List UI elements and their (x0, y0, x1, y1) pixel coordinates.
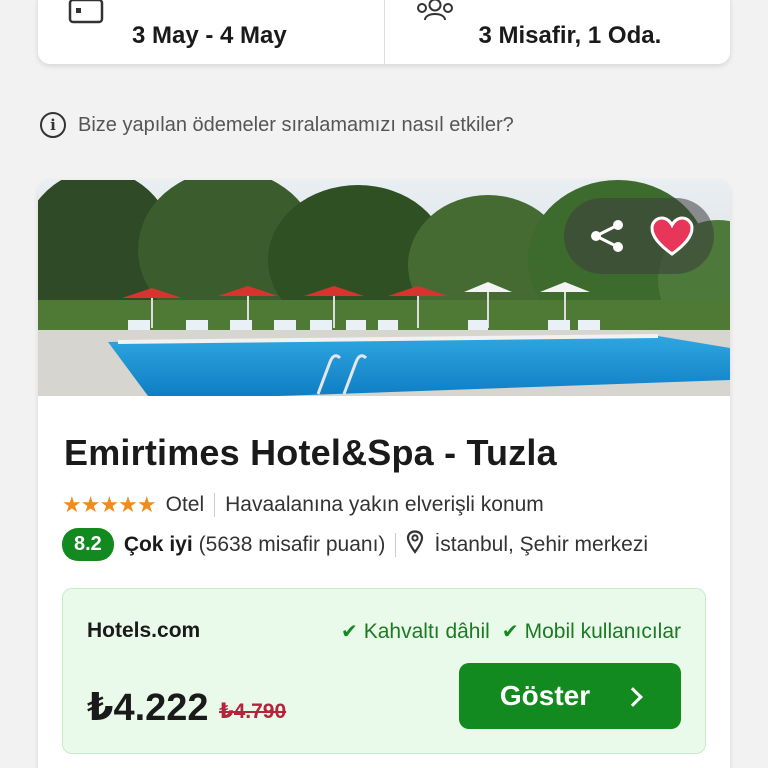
provider-name: Hotels.com (87, 619, 201, 642)
payment-ranking-info-link[interactable]: i Bize yapılan ödemeler sıralamamızı nas… (40, 112, 514, 138)
star-rating: ★★★★★ (62, 492, 157, 517)
photo-actions (564, 198, 714, 274)
feature-label: Mobil kullanıcılar (524, 619, 681, 643)
guests-field[interactable]: 3 Misafir, 1 Oda. (383, 0, 731, 64)
view-deal-button[interactable]: Göster (459, 663, 681, 729)
deal-features: ✔ Kahvaltı dâhil ✔ Mobil kullanıcılar (341, 619, 681, 644)
review-count: (5638 misafir puanı) (198, 532, 386, 556)
rating-row: 8.2 Çok iyi (5638 misafir puanı) İstanbu… (62, 528, 722, 561)
feature-breakfast: ✔ Kahvaltı dâhil (341, 619, 490, 644)
feature-label: Kahvaltı dâhil (363, 619, 490, 643)
current-price: ₺4.222 (87, 687, 209, 729)
chevron-right-icon (623, 687, 644, 707)
share-icon (588, 217, 626, 255)
payment-ranking-info-text: Bize yapılan ödemeler sıralamamızı nasıl… (78, 113, 514, 136)
search-summary-card[interactable]: 3 May - 4 May 3 Misafir, 1 Oda. (38, 0, 730, 64)
date-range-text: 3 May - 4 May (132, 22, 287, 49)
info-icon: i (40, 112, 66, 138)
hotel-name[interactable]: Emirtimes Hotel&Spa - Tuzla (64, 432, 557, 474)
hotel-meta-row: ★★★★★ Otel Havaalanına yakın elverişli k… (62, 492, 544, 518)
guests-text: 3 Misafir, 1 Oda. (478, 22, 662, 49)
hotel-location: İstanbul, Şehir merkezi (434, 532, 649, 556)
original-price: ₺4.790 (219, 700, 287, 723)
check-icon: ✔ (340, 621, 358, 643)
view-deal-label: Göster (499, 680, 591, 711)
rating-word: Çok iyi (123, 532, 193, 556)
property-type: Otel (165, 493, 205, 516)
calendar-icon (68, 0, 104, 29)
date-range-field[interactable]: 3 May - 4 May (38, 0, 384, 64)
divider (214, 493, 216, 517)
hotel-result-card[interactable]: Emirtimes Hotel&Spa - Tuzla ★★★★★ Otel H… (38, 180, 730, 768)
check-icon: ✔ (501, 621, 519, 643)
heart-icon (649, 216, 694, 256)
share-button[interactable] (582, 211, 632, 261)
hotel-highlight: Havaalanına yakın elverişli konum (225, 493, 544, 516)
divider (395, 532, 397, 557)
feature-mobile: ✔ Mobil kullanıcılar (502, 619, 681, 644)
guests-icon (415, 0, 455, 29)
location-pin-icon (406, 529, 424, 560)
deal-box[interactable]: Hotels.com ✔ Kahvaltı dâhil ✔ Mobil kull… (62, 588, 706, 754)
review-score-badge: 8.2 (62, 528, 114, 561)
favorite-button[interactable] (647, 211, 697, 261)
hotel-photo[interactable] (38, 180, 730, 396)
